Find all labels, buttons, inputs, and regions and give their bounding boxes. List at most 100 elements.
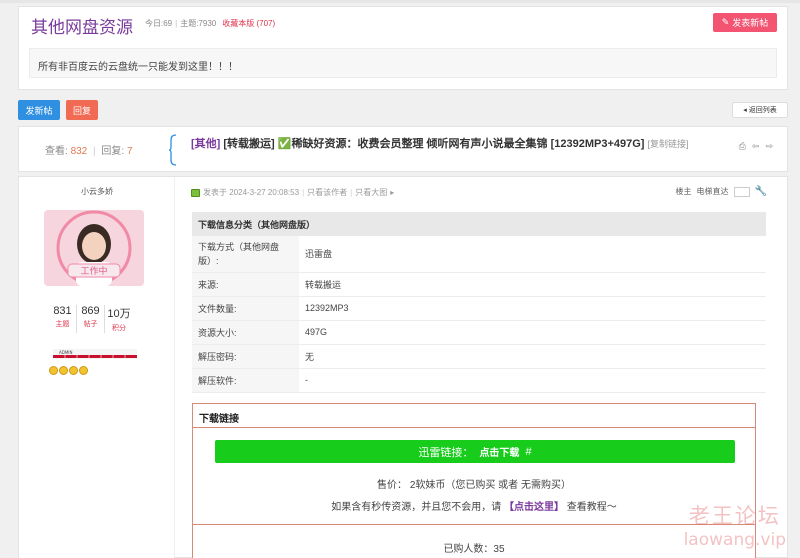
thread-tools: ⎙ ⇦ ⇨: [739, 141, 773, 152]
stat-topics-label: 主题: [55, 321, 70, 328]
click-here-link[interactable]: 【点击这里】: [504, 502, 564, 513]
stat-posts-label: 帖子: [83, 321, 98, 328]
info-key: 解压密码:: [192, 344, 299, 369]
post-date: 发表于 2024-3-27 20:08:53: [203, 188, 300, 197]
stat-posts-value: 869: [81, 305, 100, 317]
medal-icon[interactable]: [49, 366, 58, 375]
new-post-button[interactable]: 发新帖: [18, 100, 60, 120]
replies-label: 回复:: [101, 146, 125, 157]
medal-icon[interactable]: [59, 366, 68, 375]
forum-header: 其他网盘资源 今日:69 | 主题:7930 收藏本版 (707) ✎ 发表新帖 所有…: [18, 6, 788, 90]
stat-points-label: 积分: [112, 325, 126, 332]
back-to-list-label: 返回列表: [748, 107, 777, 114]
post: 小云多娇 工作中 831 主题 869 帖子 10万 积分 ADMIN 发表于 …: [18, 176, 788, 558]
stat-points-value: 10万: [107, 308, 131, 320]
download-prefix: 迅雷链接：: [418, 446, 474, 459]
table-row: 解压软件: -: [192, 368, 766, 393]
thread-header: 查看: 832 | 回复: 7 [其他] [转载搬运] ✅稀缺好资源：收费会员整…: [18, 126, 788, 172]
price-text: 售价： 2软妹币（您已购买 或者 无需购买）: [377, 480, 571, 491]
tutorial-hint: 如果含有秒传资源，并且您不会用，请 【点击这里】 查看教程～: [193, 498, 755, 513]
thread-stats: 查看: 832 | 回复: 7: [45, 146, 133, 157]
info-value: -: [299, 368, 766, 393]
download-info-table: 下载信息分类（其他网盘版） 下载方式（其他网盘版）: 迅雷盘 来源: 转载搬运 …: [192, 212, 766, 393]
avatar[interactable]: 工作中: [44, 210, 144, 286]
avatar-caption: 工作中: [80, 265, 107, 277]
replies-count: 7: [126, 146, 133, 157]
views-count: 832: [70, 146, 88, 157]
info-table-header: 下载信息分类（其他网盘版）: [192, 212, 766, 236]
big-image-link[interactable]: 只看大图: [355, 187, 387, 198]
watermark-cn: 老王论坛: [688, 504, 781, 528]
download-hash: #: [525, 445, 532, 458]
forum-stats: 今日:69 | 主题:7930 收藏本版 (707): [145, 19, 276, 28]
download-box-title: 下载链接: [193, 404, 755, 428]
pencil-icon: ✎: [721, 17, 730, 27]
thread-title-text: [转载搬运] ✅稀缺好资源：收费会员整理 倾听网有声小说最全集锦 [12392M…: [223, 138, 645, 150]
floor-label: 楼主: [675, 187, 692, 196]
table-row: 来源: 转载搬运: [192, 272, 766, 297]
stat-topics-value: 831: [53, 305, 72, 317]
stat-points[interactable]: 10万 积分: [105, 305, 133, 333]
download-box: 下载链接 迅雷链接： 点击下载 # 售价： 2软妹币（您已购买 或者 无需购买）…: [192, 403, 756, 558]
avatar-image: 工作中: [44, 210, 144, 286]
medals: [49, 366, 88, 375]
thread-category-tag[interactable]: [其他]: [191, 138, 220, 150]
post-floor-tools: 楼主 电梯直达 🔧: [676, 186, 767, 197]
prev-thread-icon[interactable]: ⇦: [752, 141, 760, 152]
level-badge: ADMIN: [53, 349, 137, 359]
jump-input[interactable]: [733, 186, 750, 197]
watermark-en: laowang.vip: [683, 530, 786, 550]
download-divider: [193, 524, 755, 525]
post-image-icon: [191, 188, 200, 197]
print-icon[interactable]: ⎙: [739, 141, 746, 152]
info-key: 下载方式（其他网盘版）:: [192, 236, 299, 273]
next-thread-icon[interactable]: ⇨: [765, 141, 773, 152]
wrench-icon[interactable]: 🔧: [755, 186, 767, 197]
author-name[interactable]: 小云多娇: [19, 186, 175, 197]
info-key: 文件数量:: [192, 296, 299, 321]
info-value: 无: [299, 344, 766, 369]
hint-after: 查看教程～: [566, 502, 617, 513]
back-arrow-icon: ◂: [743, 107, 747, 114]
reply-button[interactable]: 回复: [66, 100, 98, 120]
download-button[interactable]: 迅雷链接： 点击下载 #: [215, 440, 735, 463]
forum-title[interactable]: 其他网盘资源: [31, 13, 133, 38]
author-only-link[interactable]: 只看该作者: [307, 187, 347, 198]
buyers-count: 已购人数：35: [443, 544, 505, 555]
watermark: 老王论坛 laowang.vip: [684, 500, 786, 550]
header-new-post-button[interactable]: ✎ 发表新帖: [713, 13, 777, 32]
top-strip: [0, 0, 800, 3]
topic-count: 主题:7930: [180, 19, 217, 28]
stat-posts[interactable]: 869 帖子: [77, 305, 105, 333]
info-key: 来源:: [192, 272, 299, 297]
thread-title: [其他] [转载搬运] ✅稀缺好资源：收费会员整理 倾听网有声小说最全集锦 [1…: [191, 136, 727, 152]
action-row: 发新帖 回复 ◂ 返回列表: [18, 100, 788, 120]
hint-before: 如果含有秒传资源，并且您不会用，请: [331, 502, 502, 513]
medal-icon[interactable]: [69, 366, 78, 375]
views-label: 查看:: [45, 146, 68, 157]
info-value: 497G: [299, 320, 766, 345]
stat-topics[interactable]: 831 主题: [49, 305, 77, 333]
author-stats: 831 主题 869 帖子 10万 积分: [49, 305, 133, 333]
back-to-list-button[interactable]: ◂ 返回列表: [732, 102, 788, 118]
forum-description: 所有非百度云的云盘统一只能发到这里！！！: [29, 48, 777, 78]
bracket-icon: [169, 134, 177, 166]
author-panel: 小云多娇 工作中 831 主题 869 帖子 10万 积分 ADMIN: [19, 177, 175, 558]
medal-icon[interactable]: [79, 366, 88, 375]
caret-right-icon: ▸: [390, 188, 395, 197]
table-row: 解压密码: 无: [192, 344, 766, 369]
copy-link[interactable]: [复制链接]: [648, 139, 689, 149]
download-action: 点击下载: [479, 448, 520, 459]
info-value: 12392MP3: [299, 296, 766, 321]
favorite-forum-link[interactable]: 收藏本版 (707): [222, 19, 275, 28]
info-value: 转载搬运: [299, 272, 766, 297]
today-count: 今日:69: [145, 19, 173, 28]
info-key: 解压软件:: [192, 368, 299, 393]
table-row: 下载方式（其他网盘版）: 迅雷盘: [192, 236, 766, 273]
post-meta: 发表于 2024-3-27 20:08:53 | 只看该作者 | 只看大图 ▸: [191, 187, 394, 198]
table-row: 文件数量: 12392MP3: [192, 296, 766, 321]
table-row: 资源大小: 497G: [192, 320, 766, 345]
jump-label: 电梯直达: [696, 187, 729, 196]
level-text: ADMIN: [59, 350, 72, 355]
info-key: 资源大小:: [192, 320, 299, 345]
